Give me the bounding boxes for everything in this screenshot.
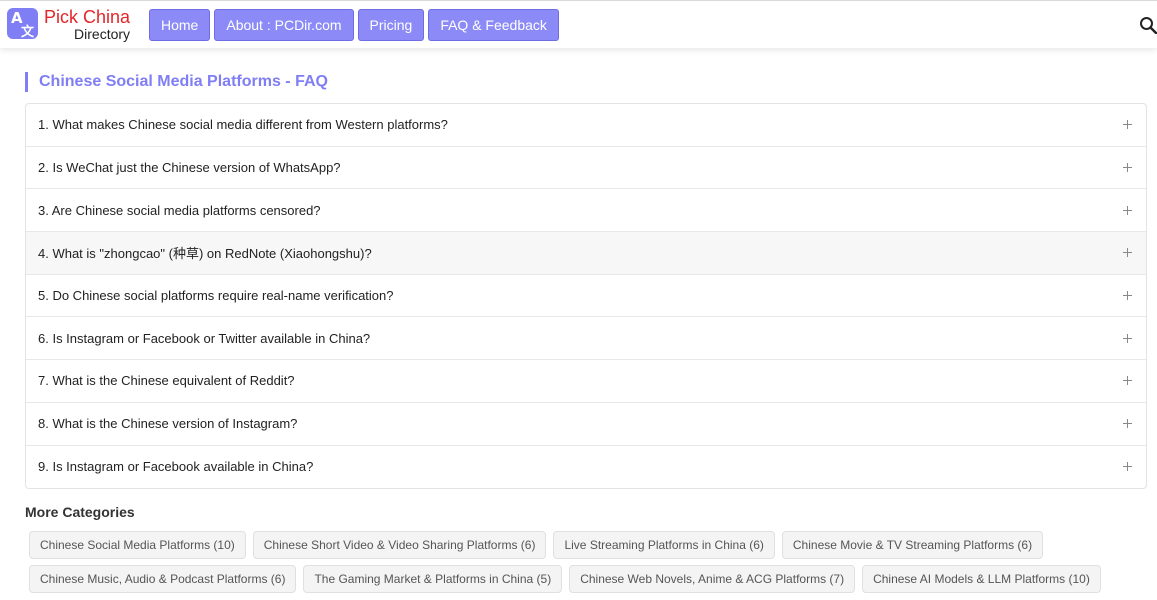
brand-subtitle: Directory [74, 26, 131, 42]
faq-item[interactable]: 8. What is the Chinese version of Instag… [26, 403, 1146, 446]
translate-icon: A 文 [7, 8, 38, 40]
category-tag[interactable]: Chinese Movie & TV Streaming Platforms (… [781, 531, 1044, 559]
faq-question: 9. Is Instagram or Facebook available in… [38, 459, 314, 475]
category-tag[interactable]: Chinese Music, Audio & Podcast Platforms… [29, 565, 297, 593]
faq-question: 1. What makes Chinese social media diffe… [38, 117, 448, 133]
brand-name-part1: Pick [44, 7, 84, 27]
logo-text: Pick China Directory [44, 8, 130, 41]
faq-question: 3. Are Chinese social media platforms ce… [38, 202, 321, 218]
logo-glyph-chinese: 文 [21, 25, 35, 40]
faq-question: 7. What is the Chinese equivalent of Red… [38, 373, 295, 389]
faq-question: 8. What is the Chinese version of Instag… [38, 416, 298, 432]
faq-accordion: 1. What makes Chinese social media diffe… [25, 103, 1147, 490]
category-tag[interactable]: The Gaming Market & Platforms in China (… [303, 565, 563, 593]
faq-item[interactable]: 2. Is WeChat just the Chinese version of… [26, 147, 1146, 190]
category-tag[interactable]: Chinese Web Novels, Anime & ACG Platform… [569, 565, 856, 593]
category-tag[interactable]: Chinese Short Video & Video Sharing Plat… [252, 531, 547, 559]
faq-item[interactable]: 3. Are Chinese social media platforms ce… [26, 189, 1146, 233]
plus-icon[interactable] [1123, 248, 1132, 258]
plus-icon[interactable] [1123, 462, 1132, 472]
faq-item[interactable]: 9. Is Instagram or Facebook available in… [26, 446, 1146, 489]
nav-faq-feedback-button[interactable]: FAQ & Feedback [428, 9, 559, 41]
more-categories-title: More Categories [25, 504, 135, 520]
nav-home-button[interactable]: Home [149, 9, 211, 41]
faq-item[interactable]: 6. Is Instagram or Facebook or Twitter a… [26, 317, 1146, 361]
faq-question: 6. Is Instagram or Facebook or Twitter a… [38, 330, 371, 346]
plus-icon[interactable] [1123, 376, 1132, 386]
faq-section-title: Chinese Social Media Platforms - FAQ [25, 72, 328, 92]
plus-icon[interactable] [1123, 163, 1132, 173]
search-icon[interactable] [1139, 16, 1157, 34]
main-nav: Home About : PCDir.com Pricing FAQ & Fee… [149, 9, 559, 41]
faq-item[interactable]: 7. What is the Chinese equivalent of Red… [26, 360, 1146, 403]
plus-icon[interactable] [1123, 205, 1132, 215]
nav-pricing-button[interactable]: Pricing [357, 9, 425, 41]
brand-name: Pick China [44, 8, 130, 26]
nav-about-button[interactable]: About : PCDir.com [214, 9, 354, 41]
brand-name-part2: China [83, 7, 131, 27]
category-tag-list: Chinese Social Media Platforms (10) Chin… [29, 531, 1129, 593]
category-tag[interactable]: Chinese AI Models & LLM Platforms (10) [862, 565, 1101, 593]
top-navigation-bar: A 文 Pick China Directory Home About : PC… [0, 0, 1157, 48]
faq-item[interactable]: 5. Do Chinese social platforms require r… [26, 275, 1146, 318]
category-tag[interactable]: Live Streaming Platforms in China (6) [553, 531, 775, 559]
plus-icon[interactable] [1123, 333, 1132, 343]
faq-item[interactable]: 1. What makes Chinese social media diffe… [26, 104, 1146, 147]
plus-icon[interactable] [1123, 120, 1132, 130]
faq-question: 5. Do Chinese social platforms require r… [38, 288, 394, 304]
faq-question: 2. Is WeChat just the Chinese version of… [38, 160, 341, 176]
faq-item[interactable]: 4. What is "zhongcao" (种草) on RedNote (X… [26, 232, 1146, 275]
site-logo[interactable]: A 文 Pick China Directory [7, 8, 130, 41]
faq-question: 4. What is "zhongcao" (种草) on RedNote (X… [38, 246, 372, 262]
plus-icon[interactable] [1123, 419, 1132, 429]
plus-icon[interactable] [1123, 291, 1132, 301]
category-tag[interactable]: Chinese Social Media Platforms (10) [29, 531, 246, 559]
